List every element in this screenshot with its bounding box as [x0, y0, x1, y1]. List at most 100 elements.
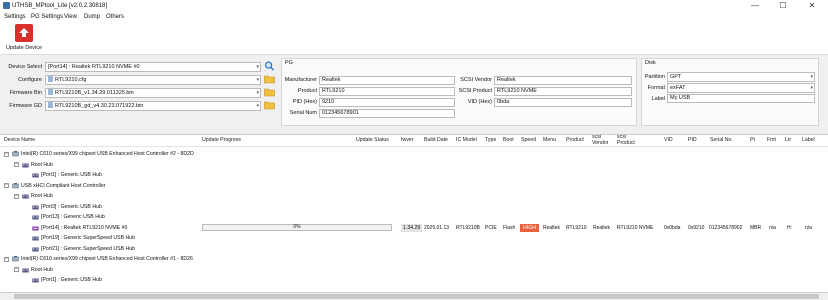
collapse-toggle[interactable]: − [4, 256, 9, 262]
col-pt[interactable]: Pt [750, 137, 755, 144]
firmware-bin-value: RTL9210B_v1.34.29.011325.bin [55, 90, 134, 96]
manufacturer-label: Manufacturer [284, 77, 317, 83]
maximize-button[interactable]: ☐ [772, 0, 794, 12]
pid-field[interactable]: 9210 [319, 98, 455, 107]
disk-label-field[interactable]: My USB [667, 94, 815, 103]
col-ltr[interactable]: Ltr [785, 137, 791, 144]
vid-field[interactable]: 0bda [494, 98, 632, 107]
cell-scsi-vendor: Realtek [593, 224, 610, 231]
table-row[interactable]: [Port13] : Generic USB Hub [0, 212, 828, 223]
collapse-toggle[interactable]: − [14, 162, 19, 167]
chevron-down-icon: ▾ [256, 64, 259, 70]
menu-view[interactable]: View [64, 14, 77, 20]
cell-pid: 0x9210 [688, 224, 705, 231]
menu-settings[interactable]: Settings [4, 14, 26, 20]
col-label[interactable]: Label [802, 137, 815, 144]
col-ic-model[interactable]: IC Model [456, 137, 477, 144]
format-label: Format [647, 85, 665, 91]
chevron-down-icon: ▾ [810, 74, 813, 80]
table-row[interactable]: − Root Hub [0, 191, 828, 202]
format-dropdown[interactable]: exFAT ▾ [667, 83, 815, 93]
menu-others[interactable]: Others [106, 14, 124, 20]
configure-dropdown[interactable]: RTL9210.cfg ▾ [45, 75, 261, 85]
serial-num-label: Serial Num [289, 110, 317, 116]
table-row[interactable]: − Root Hub [0, 160, 828, 171]
serial-num-field[interactable]: 012345678901 [319, 109, 455, 118]
col-device-name[interactable]: Device Name [4, 137, 35, 144]
table-row[interactable]: − Intel(R) C610 series/X99 chipset USB En… [0, 149, 828, 160]
col-menu[interactable]: Menu [543, 137, 556, 144]
table-row[interactable]: [Port1] : Generic USB Hub [0, 170, 828, 181]
cell-pt: MBR [750, 224, 762, 231]
update-device-button[interactable] [15, 24, 33, 42]
col-update-status[interactable]: Update Status [356, 137, 389, 144]
table-row[interactable]: − USB xHCI Compliant Host Controller [0, 181, 828, 192]
search-icon[interactable] [264, 61, 275, 71]
chevron-down-icon: ▾ [256, 77, 259, 83]
scrollbar-thumb[interactable] [14, 294, 819, 299]
table-row[interactable]: [Port19] : Generic SuperSpeed USB Hub [0, 233, 828, 244]
col-speed[interactable]: Speed [521, 137, 536, 144]
pg-group-title: PG [285, 60, 293, 66]
scsi-vendor-field[interactable]: Realtek [494, 76, 632, 85]
vid-label: VID (Hex) [467, 99, 492, 105]
minimize-button[interactable]: — [744, 0, 766, 12]
usb-hub-icon [32, 235, 39, 241]
partition-dropdown[interactable]: GPT ▾ [667, 72, 815, 82]
cell-fwver: 1.34.29 [401, 223, 423, 232]
table-header: Device Name Update Progress Update Statu… [0, 134, 828, 147]
table-row[interactable]: [Port1] : Generic USB Hub [0, 275, 828, 286]
usb-controller-icon [12, 151, 19, 157]
folder-icon[interactable] [264, 87, 275, 97]
scsi-product-field[interactable]: RTL9210 NVME [494, 87, 632, 96]
menu-pg-settings[interactable]: PG Settings [31, 14, 63, 20]
horizontal-scrollbar[interactable] [0, 292, 828, 300]
cell-vid: 0x0bda [664, 224, 681, 231]
table-row[interactable]: − Root Hub [0, 265, 828, 276]
col-type[interactable]: Type [485, 137, 496, 144]
cell-ltr: H: [787, 224, 792, 231]
device-name: Root Hub [31, 193, 53, 199]
product-field[interactable]: RTL9210 [319, 87, 455, 96]
cell-ic-model: RTL9210B [456, 224, 480, 231]
device-select-value: [Port14] : Realtek RTL9210 NVME #0 [48, 64, 140, 70]
col-serial-no[interactable]: Serial No. [710, 137, 733, 144]
table-row[interactable]: [Port14] : Realtek RTL9210 NVME #0 0% 1.34… [0, 223, 828, 234]
col-pid[interactable]: PID [688, 137, 697, 144]
cell-serial-no: 012345678902 [709, 224, 743, 231]
collapse-toggle[interactable]: − [14, 267, 19, 272]
usb-hub-icon [32, 246, 39, 251]
col-fmt[interactable]: Fmt [767, 137, 776, 144]
format-value: exFAT [670, 85, 686, 91]
file-icon [48, 76, 53, 82]
col-fwver[interactable]: fwver [401, 137, 413, 144]
col-update-progress[interactable]: Update Progress [202, 137, 241, 144]
collapse-toggle[interactable]: − [4, 183, 9, 188]
collapse-toggle[interactable]: − [4, 151, 9, 157]
folder-icon[interactable] [264, 74, 275, 84]
app-icon [3, 2, 10, 9]
progress-text: 0% [293, 224, 301, 230]
table-row[interactable]: [Port21] : Generic SuperSpeed USB Hub [0, 244, 828, 255]
firmware-bin-dropdown[interactable]: RTL9210B_v1.34.29.011325.bin ▾ [45, 88, 261, 98]
col-boot[interactable]: Boot [503, 137, 514, 144]
collapse-toggle[interactable]: − [14, 193, 19, 199]
file-icon [48, 89, 53, 95]
table-row[interactable]: [Port3] : Generic USB Hub [0, 202, 828, 213]
folder-icon[interactable] [264, 100, 275, 110]
device-select-dropdown[interactable]: [Port14] : Realtek RTL9210 NVME #0 ▾ [45, 62, 261, 72]
device-name: [Port14] : Realtek RTL9210 NVME #0 [41, 224, 128, 231]
menu-dump[interactable]: Dump [84, 14, 100, 20]
col-scsi-product[interactable]: scsi Product [617, 134, 637, 146]
manufacturer-field[interactable]: Realtek [319, 76, 455, 85]
col-build-date[interactable]: Build Date [424, 137, 448, 144]
table-row[interactable]: − Intel(R) C610 series/X99 chipset USB En… [0, 254, 828, 265]
col-product[interactable]: Product [566, 137, 584, 144]
col-scsi-vendor[interactable]: scsi Vendor [592, 134, 610, 146]
firmware-gd-dropdown[interactable]: RTL9210B_gd_v4.30.23.071922.bin ▾ [45, 101, 261, 111]
firmware-bin-label: Firmware Bin [9, 90, 42, 96]
cell-menu: Realtek [543, 224, 560, 231]
cell-boot: Flash [503, 224, 516, 231]
col-vid[interactable]: VID [664, 137, 673, 144]
close-button[interactable]: ✕ [801, 0, 823, 12]
